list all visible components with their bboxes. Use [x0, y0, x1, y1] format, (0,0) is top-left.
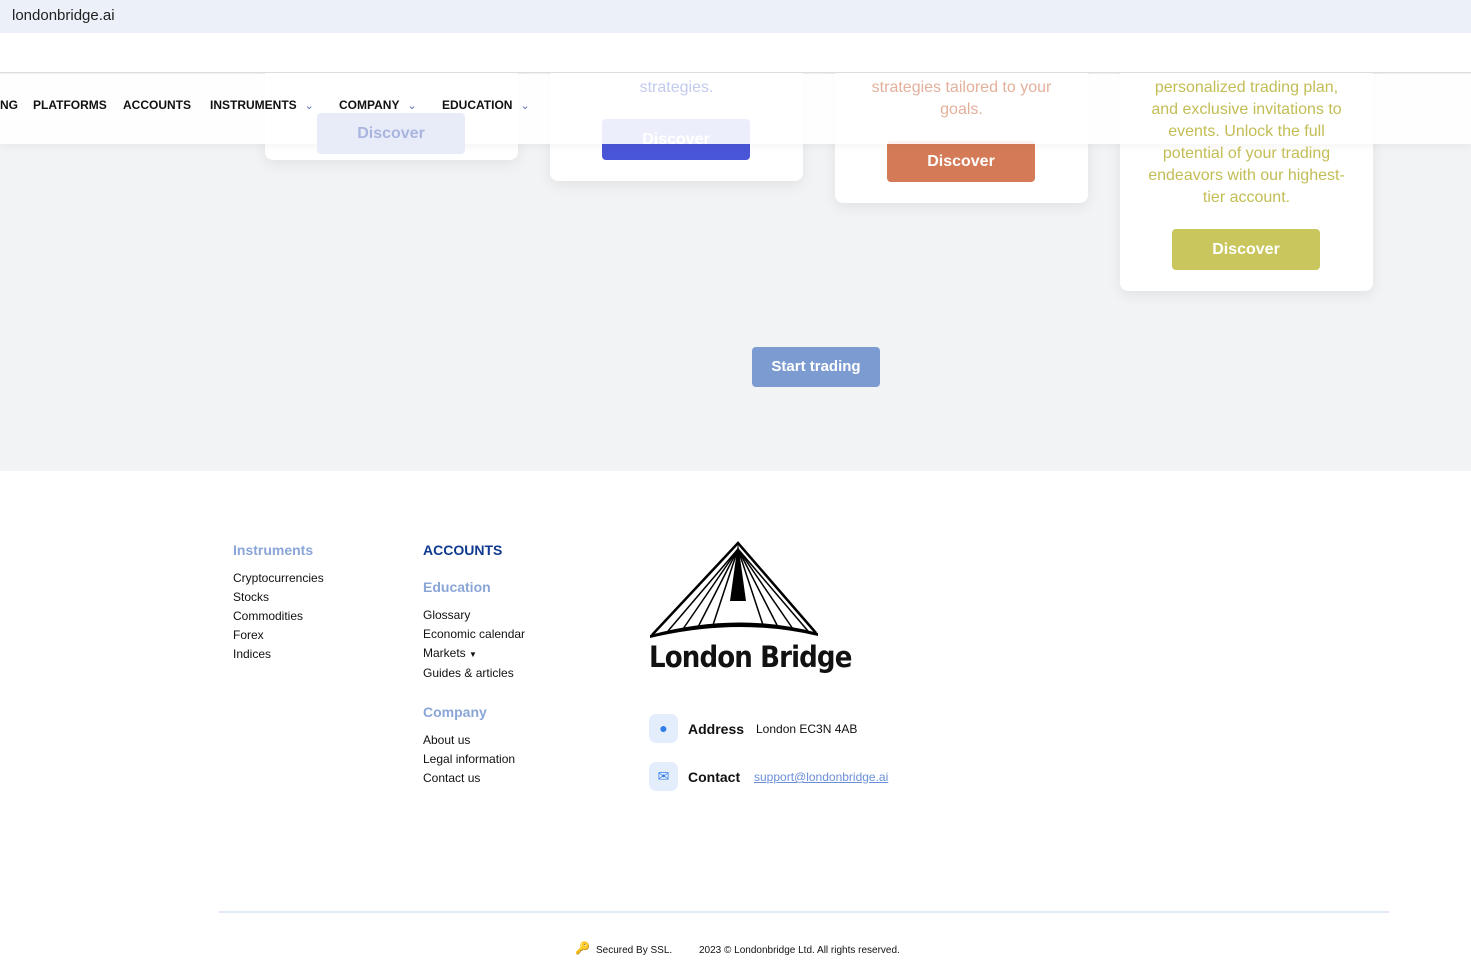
footer-link[interactable]: Contact us — [423, 769, 515, 788]
nav-item-trading[interactable]: NG — [0, 98, 18, 112]
chevron-down-icon: ⌄ — [407, 100, 417, 112]
address-bar[interactable]: londonbridge.ai — [0, 0, 1471, 33]
account-card-4: personalized trading plan, and exclusive… — [1120, 40, 1373, 291]
ssl-text: Secured By SSL. — [596, 945, 673, 956]
chevron-down-icon: ⌄ — [520, 100, 530, 112]
footer-heading-instruments[interactable]: Instruments — [233, 542, 313, 558]
contact-label: Contact — [688, 769, 741, 785]
footer-link[interactable]: About us — [423, 731, 515, 750]
link-label: Markets — [423, 646, 466, 660]
card-text: personalized trading plan, and exclusive… — [1148, 79, 1345, 206]
footer-link[interactable]: Forex — [233, 626, 324, 645]
location-pin-icon: ● — [649, 714, 678, 743]
company-links: About us Legal information Contact us — [423, 731, 515, 788]
address-label: Address — [688, 721, 745, 737]
nav-item-accounts[interactable]: ACCOUNTS — [123, 98, 191, 112]
footer-link[interactable]: Commodities — [233, 607, 324, 626]
nav-item-platforms[interactable]: PLATFORMS — [33, 98, 107, 112]
chevron-down-icon: ⌄ — [304, 100, 314, 112]
nav-label: INSTRUMENTS — [210, 98, 297, 112]
start-trading-button[interactable]: Start trading — [752, 347, 880, 387]
footer-heading-company[interactable]: Company — [423, 704, 487, 720]
card-text: strategies tailored to your goals. — [871, 79, 1052, 118]
address-value: London EC3N 4AB — [756, 722, 858, 736]
caret-down-icon: ▼ — [469, 650, 477, 659]
nav-item-instruments[interactable]: INSTRUMENTS ⌄ — [210, 98, 314, 112]
education-links: Glossary Economic calendar Markets ▼ Gui… — [423, 606, 525, 683]
footer-link[interactable]: Stocks — [233, 588, 324, 607]
logo-text: London Bridge — [649, 640, 852, 674]
footer-heading-accounts[interactable]: ACCOUNTS — [423, 542, 502, 558]
footer-link[interactable]: Glossary — [423, 606, 525, 625]
card-text: strategies. — [639, 79, 714, 96]
nav-label: EDUCATION — [442, 98, 513, 112]
discover-button[interactable]: Discover — [887, 141, 1035, 182]
support-email-link[interactable]: support@londonbridge.ai — [754, 768, 888, 787]
nav-item-education[interactable]: EDUCATION ⌄ — [442, 98, 530, 112]
nav-item-company[interactable]: COMPANY ⌄ — [339, 98, 417, 112]
mail-icon: ✉ — [649, 762, 678, 791]
copyright-text: 2023 © Londonbridge Ltd. All rights rese… — [699, 945, 900, 956]
footer-link[interactable]: Economic calendar — [423, 625, 525, 644]
footer-link[interactable]: Indices — [233, 645, 324, 664]
footer-link[interactable]: Legal information — [423, 750, 515, 769]
footer-divider — [219, 911, 1389, 913]
footer-link[interactable]: Guides & articles — [423, 664, 525, 683]
nav-label: COMPANY — [339, 98, 400, 112]
london-bridge-logo — [650, 541, 818, 638]
discover-button[interactable]: Discover — [317, 113, 465, 154]
footer-link[interactable]: Cryptocurrencies — [233, 569, 324, 588]
header-top — [0, 33, 1471, 73]
instruments-links: Cryptocurrencies Stocks Commodities Fore… — [233, 569, 324, 664]
discover-button[interactable]: Discover — [1172, 229, 1320, 270]
url-text: londonbridge.ai — [12, 7, 115, 24]
key-icon: 🔑 — [575, 941, 590, 955]
footer-heading-education[interactable]: Education — [423, 579, 491, 595]
footer-link-markets[interactable]: Markets ▼ — [423, 644, 525, 664]
